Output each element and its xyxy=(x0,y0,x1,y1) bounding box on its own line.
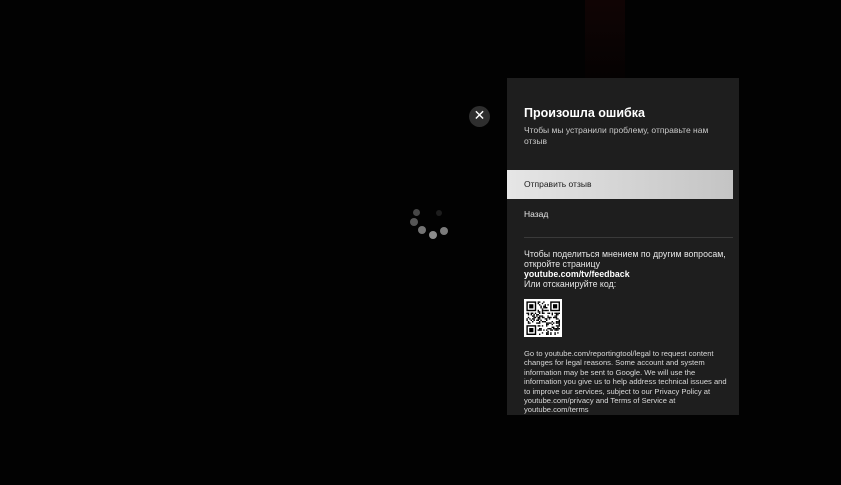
feedback-link: youtube.com/tv/feedback xyxy=(524,269,630,279)
qr-code-graphic xyxy=(526,301,560,335)
tv-screen: ✕ Произошла ошибка Чтобы мы устранили пр… xyxy=(0,0,841,485)
back-button[interactable]: Назад xyxy=(507,200,733,229)
spinner-dot xyxy=(440,227,448,235)
error-dialog-panel: Произошла ошибка Чтобы мы устранили проб… xyxy=(507,78,739,415)
spinner-dot xyxy=(436,210,442,216)
dialog-title: Произошла ошибка xyxy=(524,106,645,120)
scan-text: Или отсканируйте код: xyxy=(524,279,617,289)
qr-code-icon xyxy=(524,299,562,337)
close-button[interactable]: ✕ xyxy=(469,106,490,127)
dialog-subtitle: Чтобы мы устранили проблему, отправьте н… xyxy=(524,125,709,146)
feedback-text: Чтобы поделиться мнением по другим вопро… xyxy=(524,249,726,269)
close-icon: ✕ xyxy=(473,108,486,124)
loading-spinner-icon xyxy=(410,207,450,243)
background-video-frame xyxy=(585,0,625,80)
feedback-info: Чтобы поделиться мнением по другим вопро… xyxy=(524,249,729,289)
spinner-dot xyxy=(418,226,426,234)
spinner-dot xyxy=(413,209,420,216)
legal-notice: Go to youtube.com/reportingtool/legal to… xyxy=(524,349,727,415)
spinner-dot xyxy=(410,218,418,226)
divider xyxy=(524,237,733,238)
send-feedback-button[interactable]: Отправить отзыв xyxy=(507,170,733,199)
spinner-dot xyxy=(429,231,437,239)
